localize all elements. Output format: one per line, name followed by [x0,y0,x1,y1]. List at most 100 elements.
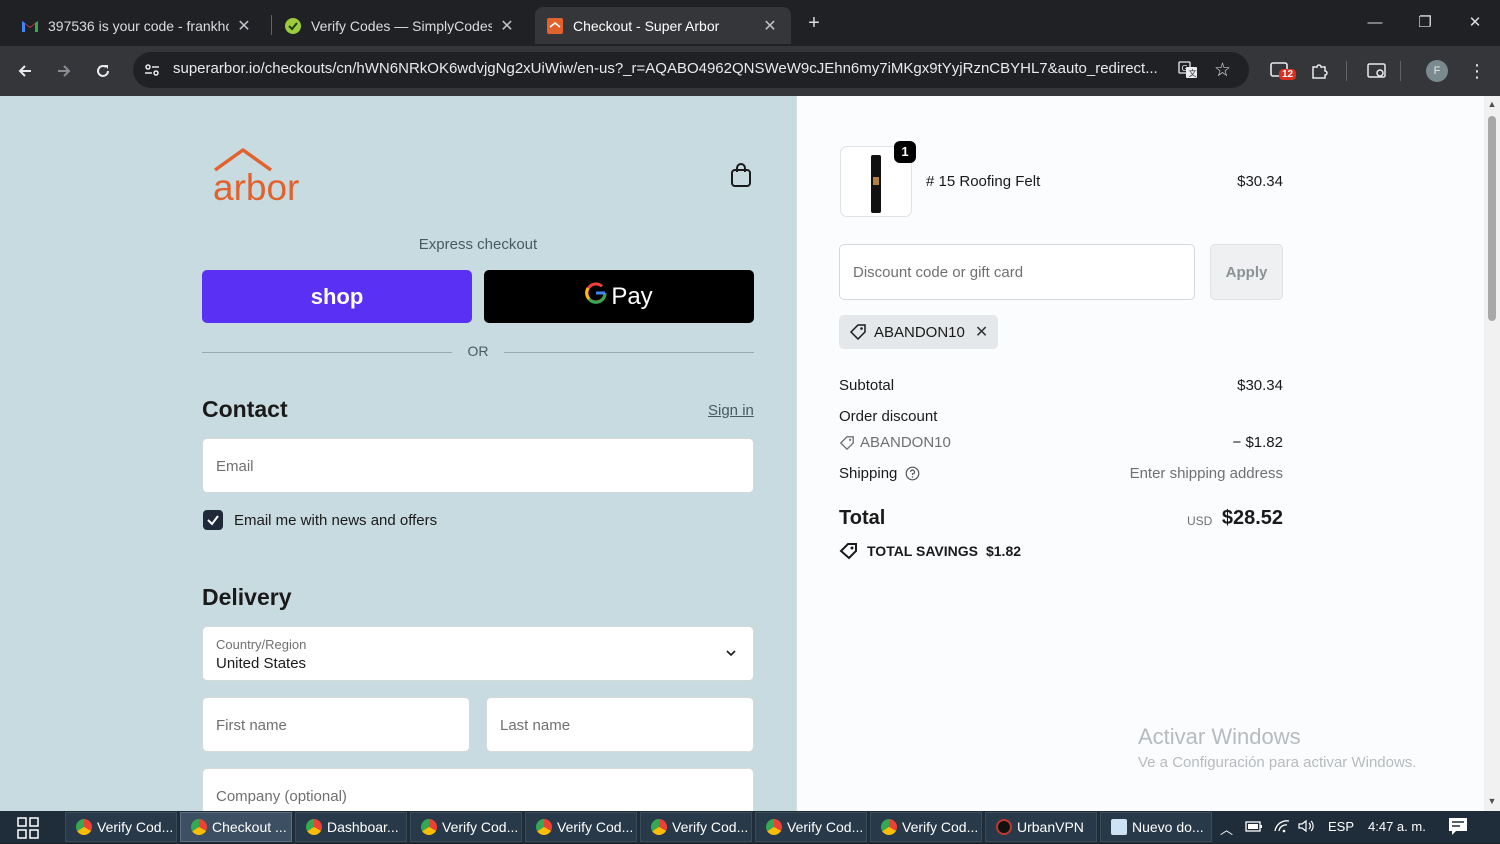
scroll-up-icon[interactable]: ▲ [1487,99,1497,109]
taskbar-item-label: Verify Cod... [442,819,519,835]
apply-discount-button[interactable]: Apply [1210,244,1283,300]
forward-icon[interactable] [49,56,79,86]
taskbar-item[interactable]: Dashboar... [295,812,407,842]
menu-kebab-icon[interactable]: ⋮ [1462,56,1492,86]
taskbar-item[interactable]: Verify Cod... [870,812,982,842]
total-value: $28.52 [1221,507,1283,529]
notepad-icon [1111,819,1127,835]
arbor-logo[interactable]: arbor [213,148,325,208]
svg-text:文: 文 [1189,68,1197,78]
taskbar-item-label: Dashboar... [327,819,399,835]
cast-search-icon[interactable] [1362,56,1392,86]
translate-icon[interactable]: G文 [1178,60,1198,85]
checkout-page: arbor Express checkout shop Pay OR Conta… [0,96,1484,811]
checkmark-icon [207,515,219,526]
browser-toolbar: superarbor.io/checkouts/cn/hWN6NRkOK6wdv… [0,46,1500,96]
toolbar-separator [1346,61,1347,81]
tag-icon [849,324,866,341]
last-name-field[interactable]: Last name [486,697,754,752]
tray-chevron-up-icon[interactable]: ︿ [1220,819,1233,838]
taskbar-item[interactable]: Verify Cod... [65,812,177,842]
watermark-subtitle: Ve a Configuración para activar Windows. [1138,754,1417,771]
arbor-logo-text: arbor [213,167,299,204]
restore-icon[interactable]: ❐ [1410,8,1440,38]
close-window-icon[interactable]: ✕ [1460,8,1490,38]
profile-avatar[interactable]: F [1422,56,1452,86]
volume-icon[interactable] [1297,819,1317,836]
close-tab-icon[interactable]: ✕ [498,16,516,36]
first-name-placeholder: First name [216,717,287,734]
shopping-bag-icon[interactable] [729,162,753,188]
taskbar-item-label: Verify Cod... [672,819,749,835]
country-label: Country/Region [216,637,307,652]
remove-discount-icon[interactable]: ✕ [975,322,988,342]
scrollbar-thumb[interactable] [1488,116,1496,321]
notifications-icon[interactable] [1448,817,1468,838]
shipping-row: Shipping Enter shipping address [839,465,1283,482]
chrome-icon [651,819,667,835]
minimize-icon[interactable]: — [1360,8,1390,38]
discount-code-row: ABANDON10 − $1.82 [839,434,1283,455]
country-value: United States [216,655,307,672]
subtotal-label: Subtotal [839,377,895,394]
help-circle-icon[interactable] [905,466,920,485]
extension-badge-icon[interactable]: 12 [1265,56,1297,86]
newsletter-checkbox[interactable] [203,510,223,530]
chrome-icon [881,819,897,835]
last-name-placeholder: Last name [500,717,571,734]
chrome-icon [536,819,552,835]
close-tab-icon[interactable]: ✕ [761,16,779,36]
toolbar-separator [1400,61,1401,81]
start-grid-icon[interactable] [17,817,39,839]
tab-separator [271,15,272,35]
savings-tag-icon [839,543,857,560]
email-field[interactable]: Email [202,438,754,493]
bookmark-star-icon[interactable]: ☆ [1214,59,1231,82]
country-select[interactable]: Country/Region United States [202,626,754,681]
taskbar-item[interactable]: Nuevo do... [1100,812,1212,842]
reload-icon[interactable] [88,56,118,86]
tab-title: Checkout - Super Arbor [573,17,720,34]
discount-code-input[interactable]: Discount code or gift card [839,244,1195,300]
scroll-down-icon[interactable]: ▼ [1487,796,1497,806]
address-bar[interactable]: superarbor.io/checkouts/cn/hWN6NRkOK6wdv… [133,52,1249,88]
language-indicator[interactable]: ESP [1328,819,1354,834]
gmail-icon [22,18,38,34]
simplycodes-icon [285,17,301,34]
extensions-puzzle-icon[interactable] [1305,56,1335,86]
wifi-icon[interactable] [1273,819,1291,836]
close-tab-icon[interactable]: ✕ [235,16,253,36]
tab-gmail[interactable]: 397536 is your code - frankhoff ✕ [10,7,265,44]
taskbar-item-label: Verify Cod... [557,819,634,835]
discount-code-label: ABANDON10 [860,434,951,451]
page-scrollbar[interactable]: ▲ ▼ [1484,96,1500,811]
tab-simplycodes[interactable]: Verify Codes — SimplyCodes ✕ [273,7,528,44]
new-tab-button[interactable]: + [803,12,825,34]
taskbar-item[interactable]: UrbanVPN [985,812,1097,842]
taskbar-item[interactable]: Verify Cod... [640,812,752,842]
battery-icon[interactable] [1245,819,1263,836]
company-field[interactable]: Company (optional) [202,768,754,811]
arbor-icon [547,17,563,34]
or-label: OR [467,343,489,359]
back-icon[interactable] [10,56,40,86]
first-name-field[interactable]: First name [202,697,470,752]
shipping-value: Enter shipping address [1129,465,1283,482]
taskbar-item[interactable]: Verify Cod... [410,812,522,842]
taskbar-item[interactable]: Checkout ... [180,812,292,842]
tab-title: 397536 is your code - frankhoff [48,17,229,34]
sign-in-link[interactable]: Sign in [708,402,754,419]
clock[interactable]: 4:47 a. m. [1368,819,1426,834]
savings-label: TOTAL SAVINGS [867,543,978,559]
taskbar-item[interactable]: Verify Cod... [525,812,637,842]
google-g-icon [585,282,607,311]
tab-checkout[interactable]: Checkout - Super Arbor ✕ [535,7,791,44]
newsletter-label: Email me with news and offers [234,512,438,529]
taskbar-item-label: Checkout ... [212,819,287,835]
delivery-heading: Delivery [202,584,292,610]
google-pay-button[interactable]: Pay [484,270,754,323]
site-info-icon[interactable] [143,61,161,84]
taskbar-item[interactable]: Verify Cod... [755,812,867,842]
profile-initial: F [1426,60,1448,82]
shop-pay-button[interactable]: shop [202,270,472,323]
